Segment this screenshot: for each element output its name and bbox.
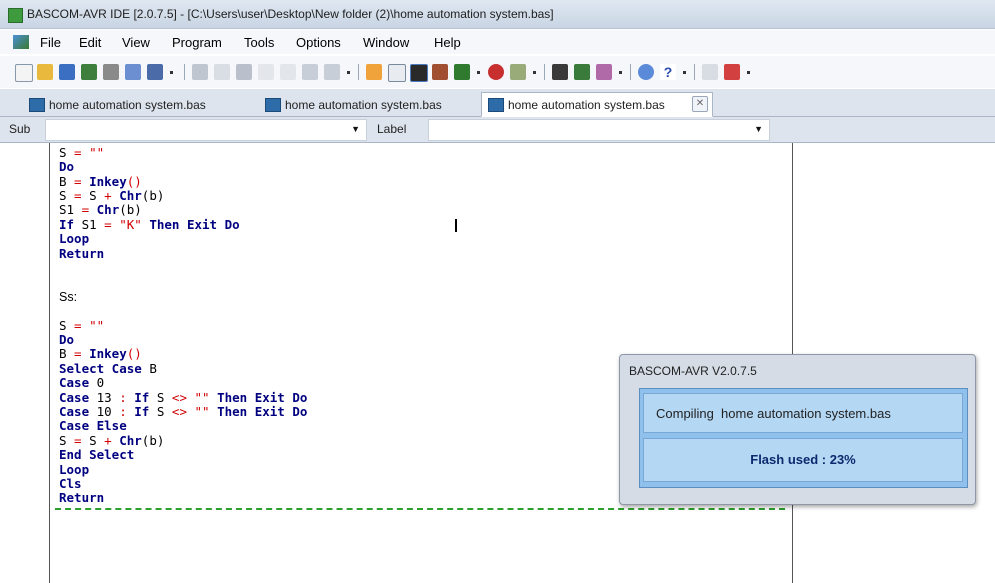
separator-comment-line: [55, 508, 785, 510]
open-folder-icon[interactable]: [37, 64, 53, 80]
unindent-icon[interactable]: [280, 64, 296, 80]
label-dropdown[interactable]: ▼: [428, 119, 770, 141]
dropdown-arrow-icon[interactable]: [747, 71, 750, 74]
save-icon[interactable]: [59, 64, 75, 80]
menu-program[interactable]: Program: [172, 35, 222, 50]
find-icon[interactable]: [302, 64, 318, 80]
text-cursor: [455, 219, 457, 232]
chevron-down-icon: ▼: [754, 124, 763, 134]
indent-icon[interactable]: [258, 64, 274, 80]
sub-label: Sub: [9, 122, 31, 136]
toolbar-separator: [630, 64, 631, 80]
compiling-status: Compiling home automation system.bas: [643, 393, 963, 433]
file-tabs: home automation system.bas home automati…: [0, 89, 995, 117]
check-icon[interactable]: [388, 64, 406, 82]
sub-dropdown[interactable]: ▼: [45, 119, 367, 141]
code-line: Case 0: [59, 375, 105, 390]
help-icon[interactable]: ?: [660, 64, 676, 80]
title-bar: BASCOM-AVR IDE [2.0.7.5] - [C:\Users\use…: [0, 0, 995, 29]
dropdown-arrow-icon[interactable]: [347, 71, 350, 74]
menu-window[interactable]: Window: [363, 35, 409, 50]
compiling-text: Compiling home automation system.bas: [656, 406, 891, 421]
bas-file-icon: [488, 98, 504, 112]
terminal-icon[interactable]: [510, 64, 526, 80]
flash-used-text: Flash used : 23%: [750, 452, 856, 467]
lcd-designer-icon[interactable]: [552, 64, 568, 80]
copy-icon[interactable]: [214, 64, 230, 80]
app-icon: [8, 8, 23, 23]
close-tab-icon[interactable]: ✕: [692, 96, 708, 112]
compile-dialog: BASCOM-AVR V2.0.7.5 Compiling home autom…: [619, 354, 976, 505]
dropdown-arrow-icon[interactable]: [683, 71, 686, 74]
find-next-icon[interactable]: [324, 64, 340, 80]
graphic-converter-icon[interactable]: [574, 64, 590, 80]
syntax-check-icon[interactable]: [366, 64, 382, 80]
cut-icon[interactable]: [192, 64, 208, 80]
tab-label: home automation system.bas: [285, 98, 442, 112]
label-label: Label: [377, 122, 407, 136]
menu-options[interactable]: Options: [296, 35, 341, 50]
document-icon[interactable]: [13, 35, 29, 49]
menu-help[interactable]: Help: [434, 35, 461, 50]
print-preview-icon[interactable]: [125, 64, 141, 80]
tab-file-2[interactable]: home automation system.bas: [258, 92, 475, 117]
program-chip-icon[interactable]: [432, 64, 448, 80]
compile-chip-icon[interactable]: [410, 64, 428, 82]
code-line: Return: [59, 246, 105, 261]
menu-file[interactable]: File: [40, 35, 61, 50]
pdf-icon[interactable]: [724, 64, 740, 80]
menu-bar: File Edit View Program Tools Options Win…: [0, 30, 995, 54]
tab-label: home automation system.bas: [508, 98, 665, 112]
code-line: Return: [59, 490, 105, 505]
code-line: Case Else: [59, 418, 127, 433]
info-icon[interactable]: [638, 64, 654, 80]
code-line: B = Inkey(): [59, 346, 142, 361]
new-file-icon[interactable]: [15, 64, 33, 82]
chevron-down-icon: ▼: [351, 124, 360, 134]
code-line: Do: [59, 159, 75, 174]
code-line: Loop: [59, 231, 90, 246]
flash-status: Flash used : 23%: [643, 438, 963, 482]
menu-edit[interactable]: Edit: [79, 35, 101, 50]
tab-file-1[interactable]: home automation system.bas: [22, 92, 244, 117]
code-line: End Select: [59, 447, 135, 462]
stop-icon[interactable]: [488, 64, 504, 80]
simulator-icon[interactable]: [454, 64, 470, 80]
tab-file-3-active[interactable]: home automation system.bas ✕: [481, 92, 713, 117]
toolbar: ?: [0, 56, 995, 88]
close-file-icon[interactable]: [147, 64, 163, 80]
bas-file-icon: [29, 98, 45, 112]
font-editor-icon[interactable]: [596, 64, 612, 80]
save-all-icon[interactable]: [81, 64, 97, 80]
toolbar-separator: [694, 64, 695, 80]
code-label: Ss:: [59, 290, 78, 304]
toolbar-separator: [358, 64, 359, 80]
dialog-title: BASCOM-AVR V2.0.7.5: [629, 364, 757, 378]
menu-view[interactable]: View: [122, 35, 150, 50]
bas-file-icon: [265, 98, 281, 112]
paste-icon[interactable]: [236, 64, 252, 80]
gutter-divider: [49, 143, 50, 583]
toolbar-separator: [184, 64, 185, 80]
window-title: BASCOM-AVR IDE [2.0.7.5] - [C:\Users\use…: [27, 7, 554, 21]
dialog-panel: Compiling home automation system.bas Fla…: [639, 388, 968, 488]
tab-label: home automation system.bas: [49, 98, 206, 112]
dropdown-arrow-icon[interactable]: [170, 71, 173, 74]
dropdown-arrow-icon[interactable]: [619, 71, 622, 74]
toolbar-separator: [544, 64, 545, 80]
code-line: S1 = Chr(b): [59, 202, 142, 217]
search-help-icon[interactable]: [702, 64, 718, 80]
navigation-bar: Sub ▼ Label ▼: [0, 117, 995, 143]
dropdown-arrow-icon[interactable]: [477, 71, 480, 74]
menu-tools[interactable]: Tools: [244, 35, 274, 50]
dropdown-arrow-icon[interactable]: [533, 71, 536, 74]
print-icon[interactable]: [103, 64, 119, 80]
